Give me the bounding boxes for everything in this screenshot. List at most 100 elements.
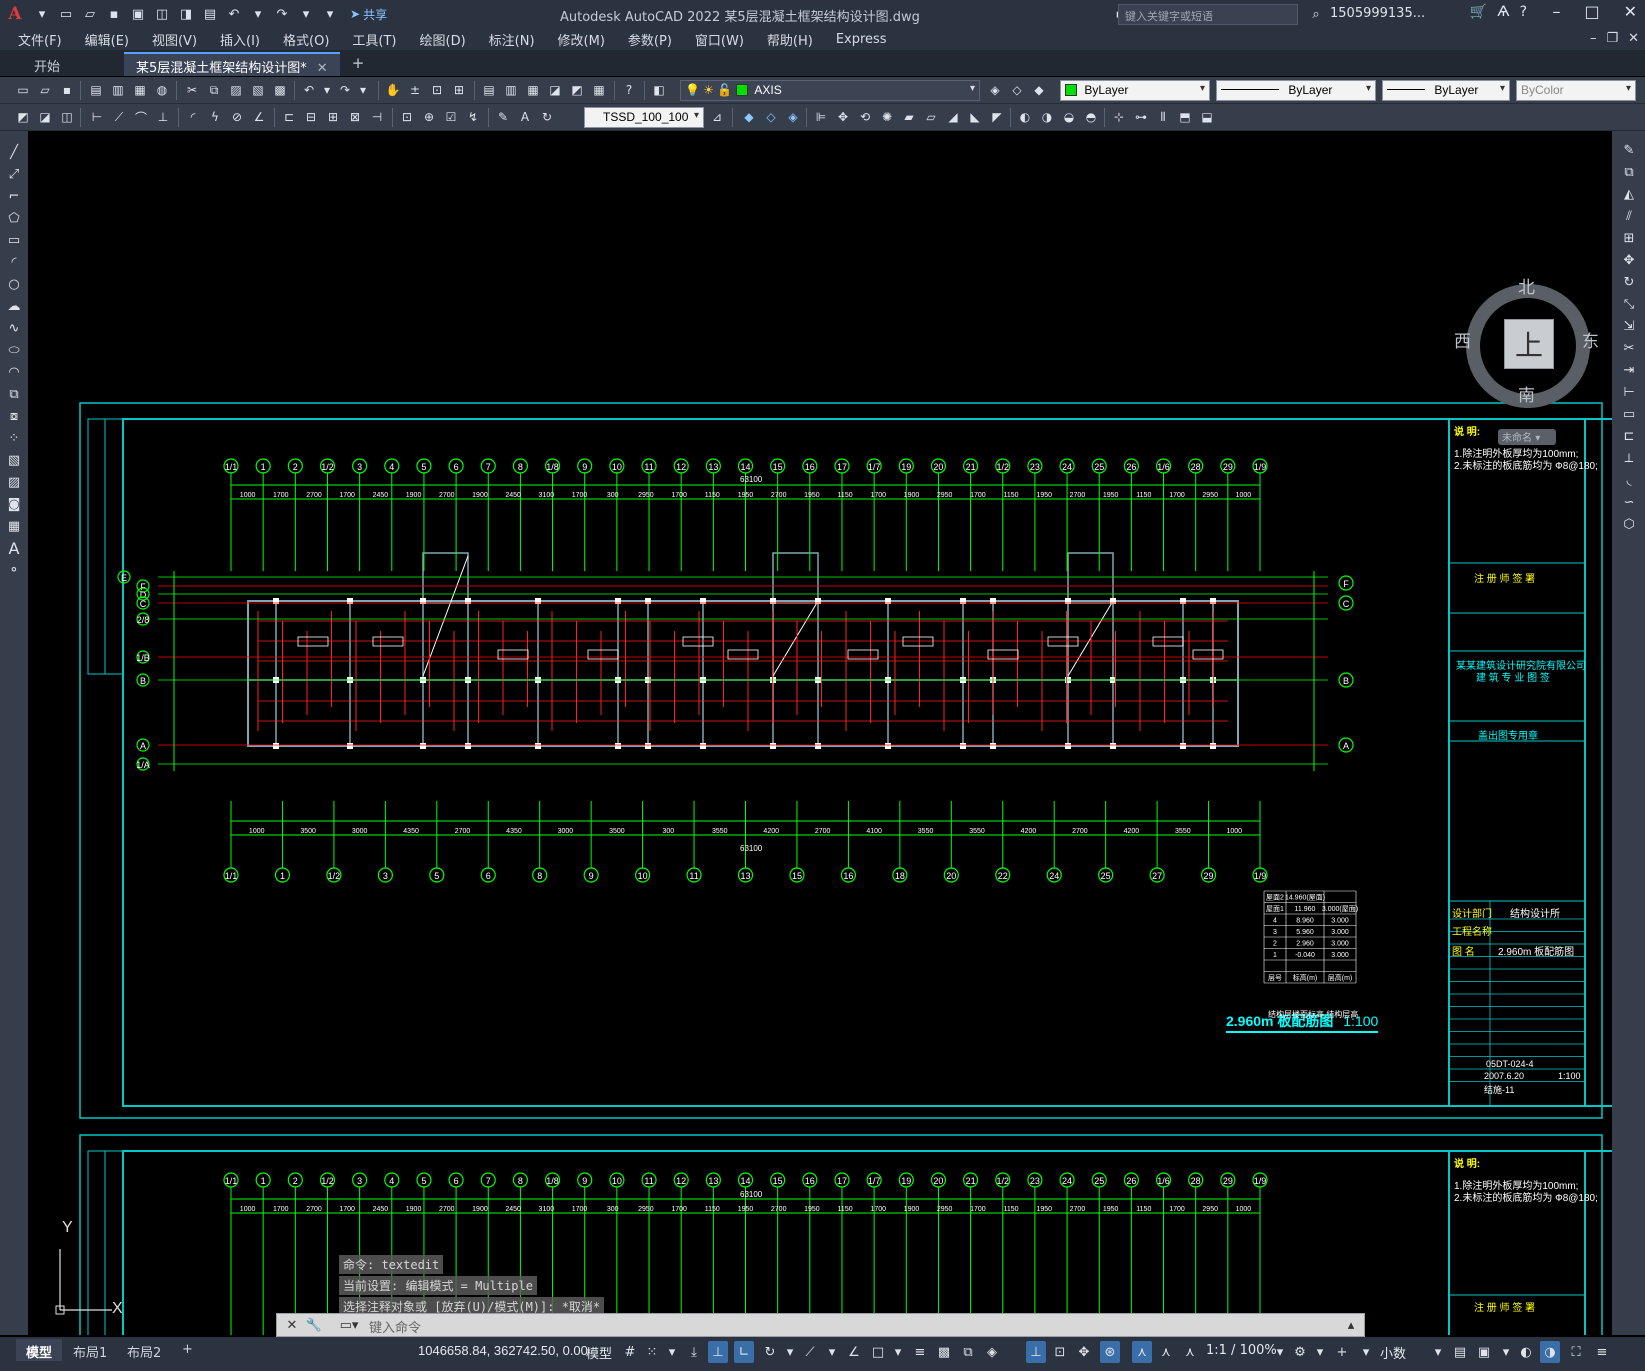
copy-icon[interactable]: ⧉: [205, 81, 223, 99]
move-3d-icon[interactable]: ✥: [834, 108, 852, 126]
surface-icon[interactable]: ▰: [900, 108, 918, 126]
transparency-icon[interactable]: ▩: [934, 1341, 954, 1363]
jogged-dimension-icon[interactable]: ϟ: [206, 108, 224, 126]
extend-icon[interactable]: ⇥: [1618, 361, 1640, 380]
annotation-visibility-icon[interactable]: ⊛: [1100, 1341, 1120, 1363]
autocad-logo-icon[interactable]: A: [0, 0, 30, 28]
point-icon[interactable]: ⁘: [3, 429, 25, 448]
redo-dropdown-icon[interactable]: ▾: [296, 4, 316, 24]
markup-import-icon[interactable]: ⬓: [1198, 108, 1216, 126]
revision-cloud-icon[interactable]: ☁: [3, 297, 25, 316]
point-cloud-icon[interactable]: ⊹: [1110, 108, 1128, 126]
menu-help[interactable]: 帮助(H): [767, 30, 813, 49]
menu-view[interactable]: 视图(V): [152, 30, 197, 49]
blend-curves-icon[interactable]: ∽: [1618, 493, 1640, 512]
cube-icon[interactable]: ⬒: [1176, 108, 1194, 126]
menu-tools[interactable]: 工具(T): [352, 30, 396, 49]
linetype-combo[interactable]: ByLayer ▾: [1216, 80, 1376, 101]
mirror-icon[interactable]: ◭: [1618, 185, 1640, 204]
object-snap-tracking-icon[interactable]: ∠: [844, 1341, 864, 1363]
match-properties-icon[interactable]: ▧: [249, 81, 267, 99]
menu-edit[interactable]: 编辑(E): [85, 30, 129, 49]
help-icon[interactable]: ?: [620, 81, 638, 99]
autodesk-a360-icon[interactable]: Ѧ: [1497, 4, 1509, 20]
circle-icon[interactable]: ○: [3, 275, 25, 294]
erase-icon[interactable]: ✎: [1618, 141, 1640, 160]
menu-insert[interactable]: 插入(I): [220, 30, 260, 49]
zoom-previous-icon[interactable]: ⊞: [450, 81, 468, 99]
dropdown-arrow-icon[interactable]: ▾: [32, 4, 52, 24]
layout-tab-model[interactable]: 模型: [16, 1339, 63, 1361]
dimension-text-edit-icon[interactable]: A: [516, 108, 534, 126]
command-input[interactable]: 键入命令: [369, 1317, 421, 1336]
spline-icon[interactable]: ∿: [3, 319, 25, 338]
block-editor-icon[interactable]: ▩: [271, 81, 289, 99]
move-icon[interactable]: ✥: [1618, 251, 1640, 270]
3d-wedge-icon[interactable]: ◇: [762, 108, 780, 126]
undo-dropdown-icon[interactable]: ▾: [248, 4, 268, 24]
save-as-icon[interactable]: ▣: [128, 4, 148, 24]
scale-dropdown-icon[interactable]: ▾: [1270, 1341, 1290, 1363]
units-display[interactable]: 小数: [1380, 1343, 1406, 1362]
viewcube-west[interactable]: 西: [1454, 327, 1471, 352]
linear-dimension-icon[interactable]: ⊢: [88, 108, 106, 126]
rotate-icon[interactable]: ↻: [1618, 273, 1640, 292]
inspection-icon[interactable]: ☑: [442, 108, 460, 126]
layer-previous-icon[interactable]: ◇: [1008, 81, 1026, 99]
viewcube-top-face[interactable]: 上: [1504, 319, 1554, 369]
ortho-icon[interactable]: ∟: [734, 1341, 754, 1363]
ellipse-icon[interactable]: ⬭: [3, 341, 25, 360]
cursor-coordinates[interactable]: 1046658.84, 362742.50, 0.00: [418, 1343, 588, 1358]
continue-dimension-icon[interactable]: ⊞: [324, 108, 342, 126]
workspace-gear-icon[interactable]: ⚙: [1290, 1341, 1310, 1363]
camera-icon[interactable]: ◓: [1082, 108, 1100, 126]
tab-drawing[interactable]: 某5层混凝土框架结构设计图* ✕: [124, 52, 340, 76]
clean-screen-icon[interactable]: ⛶: [1566, 1341, 1586, 1363]
offset-icon[interactable]: ⫽: [1618, 207, 1640, 226]
baseline-dimension-icon[interactable]: ⊟: [302, 108, 320, 126]
menu-file[interactable]: 文件(F): [18, 30, 62, 49]
tab-start[interactable]: 开始: [22, 52, 72, 76]
gradient-icon[interactable]: ▨: [3, 473, 25, 492]
gizmo-icon[interactable]: ✥: [1074, 1341, 1094, 1363]
share-button[interactable]: ➤ 共享: [350, 6, 387, 23]
menu-format[interactable]: 格式(O): [283, 30, 329, 49]
break-icon[interactable]: ▭: [1618, 405, 1640, 424]
calculator-icon[interactable]: ▦: [590, 81, 608, 99]
layout-tab-2[interactable]: 布局2: [117, 1339, 171, 1361]
annotation-monitor-dropdown-icon[interactable]: ▾: [1356, 1341, 1376, 1363]
open-icon[interactable]: ▱: [36, 81, 54, 99]
lock-ui-icon[interactable]: ▣: [1474, 1341, 1494, 1363]
design-center-icon[interactable]: ▥: [502, 81, 520, 99]
attach-icon[interactable]: ⊶: [1132, 108, 1150, 126]
make-block-icon[interactable]: ⧇: [3, 407, 25, 426]
dynamic-input-icon[interactable]: ⊥: [708, 1341, 728, 1363]
lineweight-icon[interactable]: ≡: [910, 1341, 930, 1363]
explode-icon[interactable]: ⬡: [1618, 515, 1640, 534]
angular-dimension-icon[interactable]: ∠: [250, 108, 268, 126]
tab-close-icon[interactable]: ✕: [317, 61, 328, 76]
explode-icon[interactable]: ✺: [878, 108, 896, 126]
maximize-icon[interactable]: □: [1584, 2, 1599, 21]
arc-length-icon[interactable]: ⌒: [132, 108, 150, 126]
open-file-icon[interactable]: ▱: [80, 4, 100, 24]
arc-icon[interactable]: ◜: [3, 253, 25, 272]
diameter-dimension-icon[interactable]: ⊘: [228, 108, 246, 126]
workspace-dropdown-icon[interactable]: ▾: [1310, 1341, 1330, 1363]
command-line[interactable]: ✕ 🔧 ▭▾ 键入命令 ▴: [276, 1313, 1365, 1337]
isometric-icon[interactable]: ⟋: [800, 1341, 820, 1363]
cart-icon[interactable]: 🛒: [1470, 4, 1487, 20]
dimension-break-icon[interactable]: ⊣: [368, 108, 386, 126]
construction-line-icon[interactable]: ⤢: [3, 165, 25, 184]
hatch-icon[interactable]: ▧: [3, 451, 25, 470]
plotstyle-combo[interactable]: ByColor ▾: [1516, 80, 1636, 101]
center-mark-icon[interactable]: ⊕: [420, 108, 438, 126]
join-icon[interactable]: ⊏: [1618, 427, 1640, 446]
isometric-dropdown-icon[interactable]: ▾: [822, 1341, 842, 1363]
insert-block-icon[interactable]: ◩: [14, 108, 32, 126]
layer-state-icon[interactable]: ◆: [1030, 81, 1048, 99]
zoom-window-icon[interactable]: ⊡: [428, 81, 446, 99]
zoom-realtime-icon[interactable]: ±: [406, 81, 424, 99]
plot-icon[interactable]: ▤: [200, 4, 220, 24]
undo-icon[interactable]: ↶: [300, 81, 318, 99]
